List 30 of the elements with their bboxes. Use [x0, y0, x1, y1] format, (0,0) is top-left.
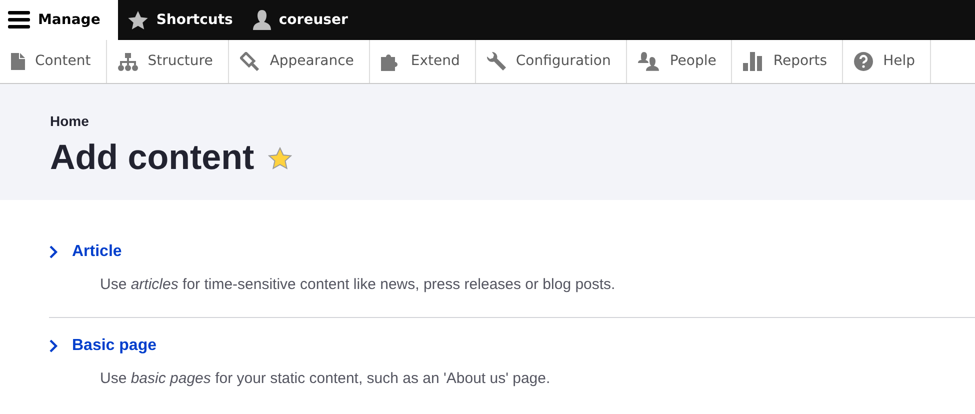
hierarchy-icon: [118, 52, 138, 70]
people-icon: [638, 52, 660, 71]
chevron-icon: [49, 338, 58, 352]
chevron-icon: [49, 245, 58, 259]
document-icon: [11, 53, 25, 70]
admin-menu-link[interactable]: Configuration: [476, 40, 627, 83]
user-icon: [252, 10, 271, 30]
toolbar-tab[interactable]: coreuser: [242, 0, 358, 40]
admin-menu-link[interactable]: People: [626, 40, 732, 83]
content-type-link[interactable]: Basic page: [49, 334, 156, 358]
content-type-description: Use basic pages for your static content, such as an 'About us' page.: [100, 368, 552, 388]
admin-menu-link[interactable]: Reports: [732, 40, 844, 83]
help-icon: [854, 52, 874, 71]
toolbar-tab[interactable]: Shortcuts: [118, 0, 243, 40]
bar-chart-icon: [743, 52, 764, 71]
wrench-icon: [486, 52, 506, 71]
admin-menu-link[interactable]: Structure: [106, 40, 229, 83]
content-type-link[interactable]: Article: [49, 240, 122, 264]
menu-icon: [8, 11, 30, 29]
paintbrush-icon: [240, 52, 260, 71]
content-type-description: Use articles for time-sensitive content like news, press releases or blog posts.: [100, 275, 616, 295]
breadcrumb-link[interactable]: Home: [50, 111, 89, 132]
admin-menu-link[interactable]: Extend: [370, 40, 476, 83]
admin-menu-link[interactable]: Appearance: [228, 40, 370, 83]
page-title: Add content: [50, 137, 254, 179]
star-icon: [128, 10, 148, 30]
admin-menu-link[interactable]: Content: [0, 40, 107, 83]
star-icon[interactable]: [268, 146, 292, 170]
admin-menu-link[interactable]: Help: [843, 40, 931, 83]
toolbar-tab[interactable]: Manage: [0, 0, 118, 40]
